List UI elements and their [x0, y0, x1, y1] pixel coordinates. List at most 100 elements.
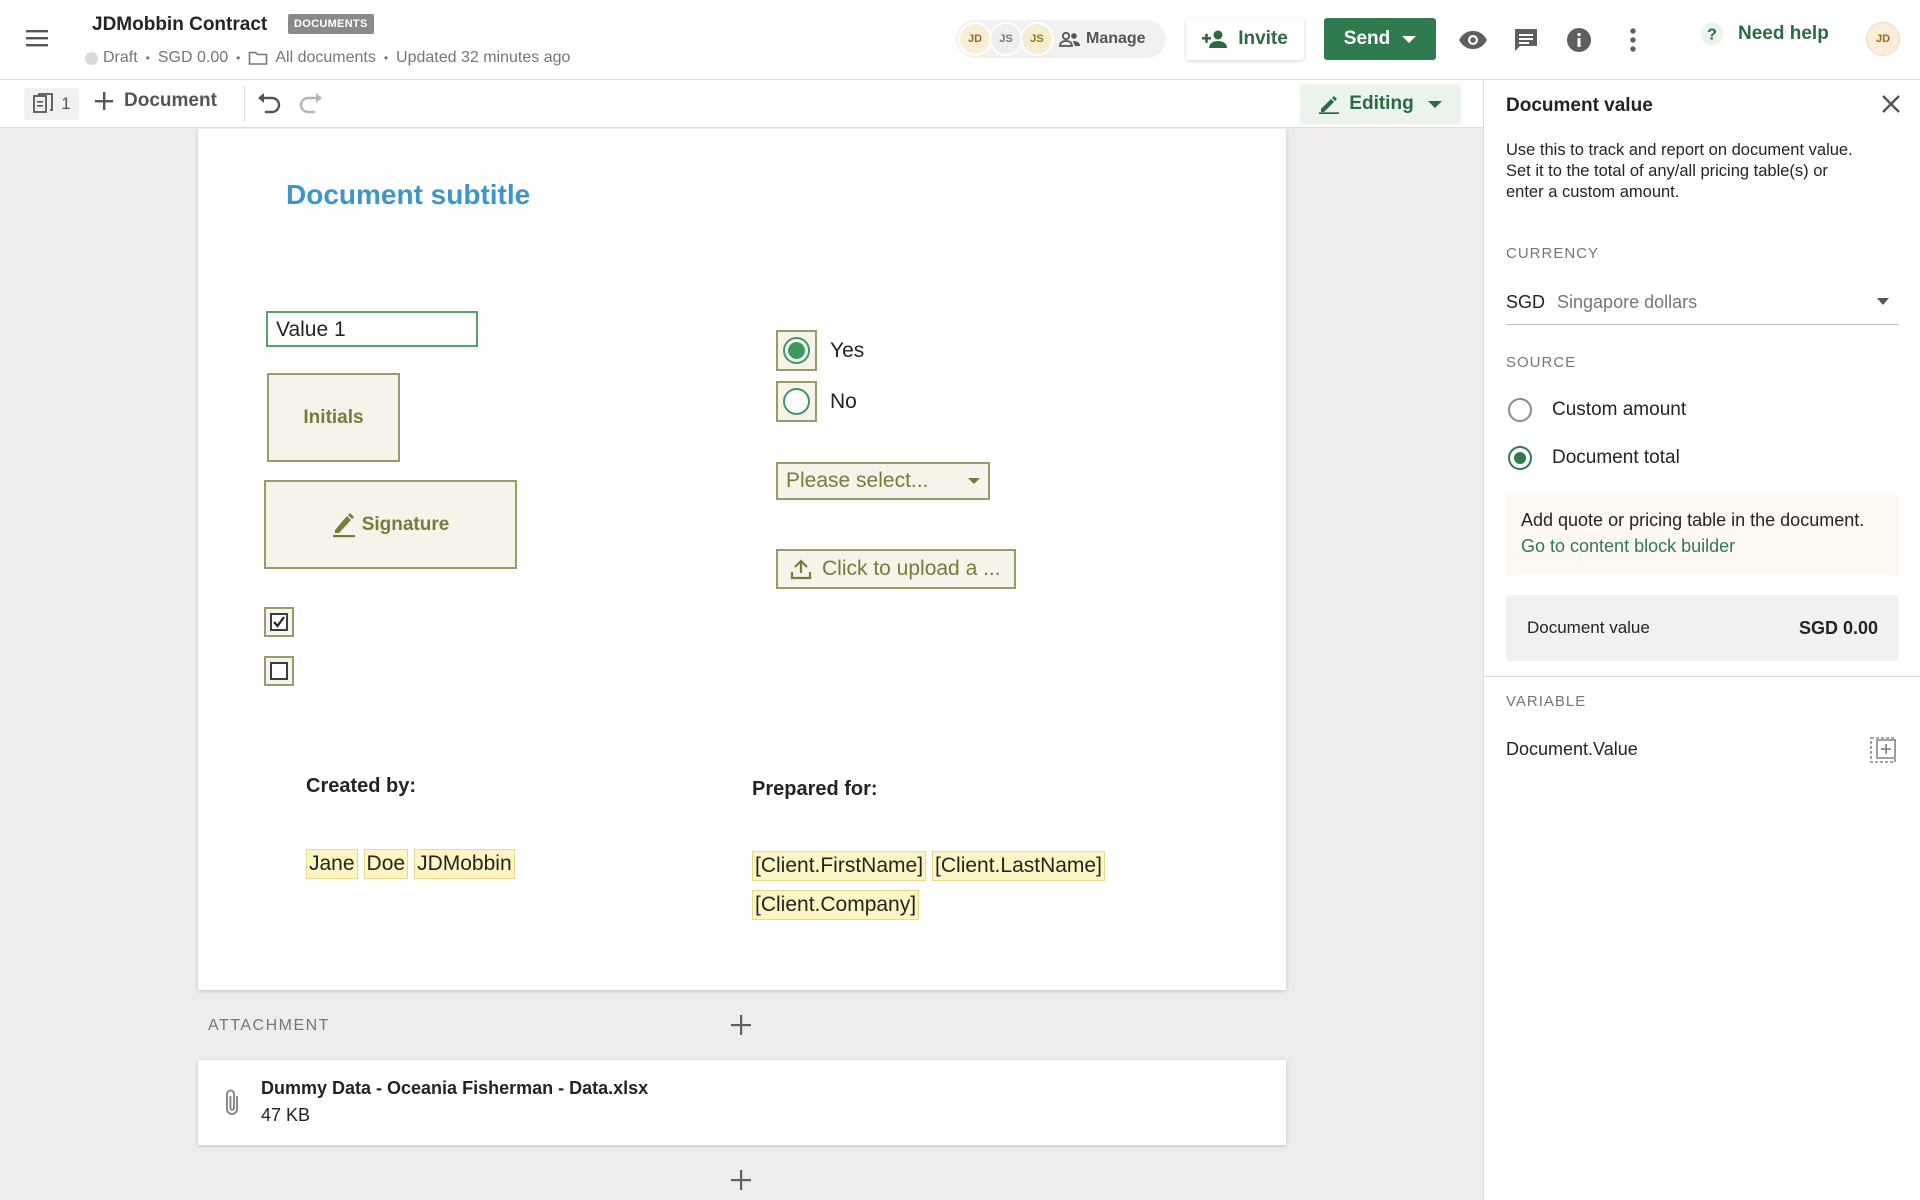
document-title[interactable]: JDMobbin Contract [92, 14, 267, 36]
variable-section-label: VARIABLE [1506, 693, 1587, 710]
need-help-button[interactable]: ? Need help [1700, 22, 1829, 46]
menu-icon[interactable] [24, 26, 56, 54]
radio-button [783, 388, 810, 415]
insert-variable-icon[interactable] [1868, 735, 1898, 765]
separator: • [236, 51, 241, 65]
info-text: Add quote or pricing table in the docume… [1521, 510, 1865, 530]
dropdown-placeholder: Please select... [786, 469, 929, 492]
send-button[interactable]: Send [1324, 18, 1436, 60]
panel-title: Document value [1506, 95, 1653, 116]
chevron-down-icon [1877, 298, 1889, 305]
attachment-file-size: 47 KB [261, 1105, 311, 1125]
add-document-label: Document [124, 90, 217, 111]
radio-selected-dot [788, 342, 805, 359]
undo-icon[interactable] [256, 92, 282, 114]
editor-toolbar: 1 Document Editing [0, 80, 1483, 128]
attachment-card[interactable]: Dummy Data - Oceania Fisherman - Data.xl… [198, 1060, 1286, 1145]
radio-option-yes[interactable]: Yes [776, 330, 864, 371]
radio-field [776, 330, 817, 371]
upload-label: Click to upload a ... [822, 557, 1001, 580]
variable-chip[interactable]: [Client.FirstName] [752, 851, 927, 881]
sender-variables: Jane Doe JDMobbin [306, 849, 521, 879]
source-option-custom-amount[interactable]: Custom amount [1508, 398, 1686, 422]
value-amount: SGD 0.00 [1798, 617, 1878, 638]
source-option-label: Custom amount [1552, 399, 1687, 420]
radio-option-no[interactable]: No [776, 381, 857, 422]
radio-button [783, 337, 810, 364]
client-variables-line2: [Client.Company] [752, 890, 925, 920]
separator: • [383, 51, 389, 65]
add-block-plus-icon[interactable] [731, 1170, 751, 1190]
document-subtitle[interactable]: Document subtitle [286, 179, 530, 211]
status-text: Draft [103, 49, 138, 66]
close-icon[interactable] [1881, 94, 1901, 114]
signature-field[interactable]: Signature [264, 480, 517, 569]
invite-label: Invite [1238, 28, 1288, 49]
separator: • [145, 51, 150, 65]
initials-field[interactable]: Initials [267, 373, 400, 462]
document-page[interactable]: Document subtitle Value 1 Initials Signa… [198, 129, 1286, 990]
pencil-icon [1319, 96, 1340, 114]
avatar[interactable]: JS [1020, 22, 1054, 56]
chevron-down-icon[interactable] [1402, 35, 1417, 43]
editing-mode-button[interactable]: Editing [1300, 84, 1461, 124]
paperclip-icon [222, 1088, 244, 1118]
avatar[interactable]: JD [958, 22, 992, 56]
invite-button[interactable]: Invite [1186, 18, 1304, 60]
variable-chip[interactable]: JDMobbin [414, 849, 515, 879]
document-meta: Draft • SGD 0.00 • All documents • Updat… [85, 49, 570, 67]
variable-chip[interactable]: Doe [363, 849, 409, 879]
currency-select[interactable]: SGD Singapore dollars [1506, 280, 1899, 325]
checkbox-unchecked[interactable] [264, 656, 294, 686]
checkbox-box [270, 662, 288, 680]
document-canvas[interactable]: Document subtitle Value 1 Initials Signa… [0, 129, 1483, 1200]
variable-chip[interactable]: Jane [306, 849, 358, 879]
client-variables-line1: [Client.FirstName] [Client.LastName] [752, 851, 1111, 881]
help-icon: ? [1700, 22, 1724, 46]
status-dot-icon [85, 51, 98, 65]
documents-badge: DOCUMENTS [288, 14, 374, 34]
add-person-icon [1202, 30, 1228, 48]
comments-icon[interactable] [1510, 24, 1542, 56]
send-label: Send [1343, 28, 1391, 49]
collaborators-group[interactable]: JD JS JS Manage [956, 20, 1166, 58]
prepared-for-label: Prepared for: [752, 778, 878, 800]
chevron-down-icon [1427, 100, 1442, 108]
attachment-file-name[interactable]: Dummy Data - Oceania Fisherman - Data.xl… [261, 1078, 648, 1099]
created-by-label: Created by: [306, 775, 417, 797]
variable-chip[interactable]: [Client.Company] [752, 890, 920, 920]
source-option-label: Document total [1552, 447, 1680, 468]
folder-link[interactable]: All documents [275, 49, 376, 67]
radio-label: Yes [830, 338, 865, 362]
variable-name[interactable]: Document.Value [1506, 739, 1638, 760]
more-options-icon[interactable] [1617, 24, 1649, 56]
need-help-label: Need help [1738, 23, 1829, 44]
manage-button[interactable]: Manage [1059, 30, 1146, 48]
pricing-info-box: Add quote or pricing table in the docume… [1506, 495, 1899, 575]
redo-icon[interactable] [298, 92, 324, 114]
radio-selected-dot [1514, 452, 1526, 464]
currency-name: Singapore dollars [1557, 291, 1698, 312]
attachment-section-label: ATTACHMENT [208, 1017, 330, 1034]
avatar[interactable]: JS [989, 22, 1023, 56]
editing-label: Editing [1349, 93, 1414, 114]
preview-eye-icon[interactable] [1457, 24, 1489, 56]
text-field[interactable]: Value 1 [266, 311, 478, 347]
initials-label: Initials [303, 406, 364, 428]
file-upload-field[interactable]: Click to upload a ... [776, 549, 1016, 589]
user-avatar[interactable]: JD [1866, 22, 1900, 56]
add-block-plus-icon[interactable] [731, 1015, 751, 1035]
folder-icon [248, 50, 268, 66]
content-block-builder-link[interactable]: Go to content block builder [1521, 536, 1735, 556]
panel-divider [1484, 676, 1920, 677]
people-icon [1059, 31, 1080, 47]
source-option-document-total[interactable]: Document total [1508, 446, 1680, 470]
svg-text:?: ? [1707, 27, 1717, 44]
add-document-button[interactable]: Document [94, 90, 217, 112]
variable-chip[interactable]: [Client.LastName] [932, 851, 1105, 881]
info-icon[interactable] [1563, 24, 1595, 56]
dropdown-field[interactable]: Please select... [776, 462, 990, 500]
checkbox-checked[interactable] [264, 607, 294, 637]
pages-button[interactable]: 1 [24, 88, 79, 120]
document-value-panel: Document value Use this to track and rep… [1483, 80, 1920, 1200]
